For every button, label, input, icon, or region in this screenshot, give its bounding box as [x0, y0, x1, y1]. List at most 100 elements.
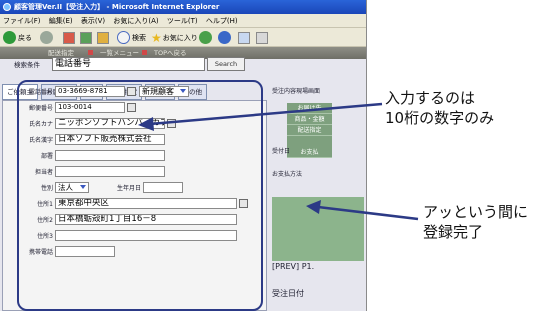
prev-page-link[interactable]: [PREV] P1. [272, 262, 314, 271]
kana-field[interactable]: ニッポンソフトハンバイカブ [55, 117, 165, 129]
dept-field[interactable] [55, 149, 165, 161]
summary-menu: お届け先 商品・金額 配送指定 お支払 [287, 103, 332, 158]
search-row: 検索条件 電話番号 Search [14, 56, 245, 72]
person-label: 担当者 [34, 168, 53, 176]
forward-arrow-icon [40, 31, 53, 44]
callout2-line2: 登録完了 [423, 223, 484, 241]
order-date-label: 受注日付 [272, 289, 304, 298]
customer-form: 電話番号 03-3669-8781 新規顧客 郵便番号 103-0014 氏名カ… [17, 80, 263, 311]
home-icon [97, 31, 109, 44]
print-button[interactable] [256, 30, 268, 45]
gender-row: 性別 法人 生年月日 [19, 181, 183, 193]
addr3-field[interactable] [55, 229, 237, 241]
menu-favorites[interactable]: お気に入り(A) [110, 14, 161, 28]
birthday-label: 生年月日 [116, 184, 141, 192]
favorites-button[interactable]: ★ お気に入り [151, 30, 198, 45]
person-field[interactable] [55, 165, 165, 177]
kana-row: 氏名カナ ニッポンソフトハンバイカブ [19, 117, 176, 129]
print-icon [256, 31, 268, 44]
menu-help[interactable]: ヘルプ(H) [203, 14, 241, 28]
zip-row: 郵便番号 103-0014 [19, 101, 136, 113]
star-icon: ★ [151, 30, 162, 45]
phone-label: 電話番号 [28, 88, 53, 96]
refresh-icon [80, 31, 92, 44]
customer-type-select[interactable]: 新規顧客 [139, 85, 189, 97]
contact-label: 携帯電話 [28, 248, 53, 256]
search-button[interactable]: Search [207, 57, 245, 71]
name-label: 氏名漢字 [28, 136, 53, 144]
ie-logo-icon [3, 3, 11, 11]
refresh-button[interactable] [80, 30, 92, 45]
callout2-line1: アッという間に [423, 203, 529, 221]
history-button[interactable] [218, 30, 233, 45]
addr2-label: 住所2 [37, 216, 53, 224]
browser-toolbar: 戻る 検索 ★ お気に入り [0, 28, 366, 47]
contact-field[interactable] [55, 245, 115, 257]
title-bar: 顧客管理Ver.II【受注入力】 - Microsoft Internet Ex… [0, 0, 366, 14]
addr2-field[interactable]: 日本橋蛎殻町1丁目16－8 [55, 213, 237, 225]
addr3-label: 住所3 [37, 232, 53, 240]
back-arrow-icon [3, 31, 16, 44]
stop-button[interactable] [63, 30, 75, 45]
summary-delivery-link[interactable]: お届け先 [287, 103, 332, 114]
mail-button[interactable] [238, 30, 250, 45]
menu-bar: ファイル(F) 編集(E) 表示(V) お気に入り(A) ツール(T) ヘルプ(… [0, 14, 366, 28]
summary-payment-link[interactable]: お支払 [287, 147, 332, 158]
gender-value: 法人 [58, 182, 73, 192]
search-toolbar-label: 検索 [132, 33, 146, 42]
customer-type-value: 新規顧客 [142, 86, 174, 96]
history-icon [218, 31, 231, 44]
menu-view[interactable]: 表示(V) [78, 14, 108, 28]
media-button[interactable] [199, 30, 214, 45]
addr3-row: 住所3 [19, 229, 237, 241]
zip-field[interactable]: 103-0014 [55, 101, 125, 113]
menu-edit[interactable]: 編集(E) [46, 14, 76, 28]
addr1-label: 住所1 [37, 200, 53, 208]
name-row: 氏名漢字 日本ソフト販売株式会社 [19, 133, 165, 145]
browser-window: 顧客管理Ver.II【受注入力】 - Microsoft Internet Ex… [0, 0, 367, 311]
back-label: 戻る [18, 33, 32, 42]
summary-header: 受注内容現場画面 [272, 88, 321, 95]
search-input[interactable]: 電話番号 [52, 57, 205, 71]
callout1-line1: 入力するのは [385, 89, 476, 107]
addr1-button[interactable] [239, 198, 248, 208]
phone-row: 電話番号 03-3669-8781 新規顧客 [19, 85, 189, 97]
callout-registration-done: アッという間に 登録完了 [423, 202, 528, 242]
search-toolbar-button[interactable]: 検索 [117, 30, 146, 45]
home-button[interactable] [97, 30, 109, 45]
gender-select[interactable]: 法人 [55, 181, 89, 193]
addr1-field[interactable]: 東京都中央区 [55, 197, 237, 209]
callout1-line2: 10桁の数字のみ [385, 109, 495, 127]
person-row: 担当者 [19, 165, 165, 177]
gender-label: 性別 [40, 184, 53, 192]
zip-label: 郵便番号 [28, 104, 53, 112]
favorites-label: お気に入り [162, 33, 198, 42]
zip-lookup-button[interactable] [127, 102, 136, 112]
search-condition-label: 検索条件 [14, 61, 40, 69]
window-title: 顧客管理Ver.II【受注入力】 - Microsoft Internet Ex… [14, 3, 220, 11]
dept-row: 部署 [19, 149, 165, 161]
dept-label: 部署 [40, 152, 53, 160]
summary-delivery-spec-link[interactable]: 配送指定 [287, 125, 332, 136]
back-button[interactable]: 戻る [3, 30, 32, 45]
mail-icon [238, 31, 250, 44]
kana-button[interactable] [167, 118, 176, 128]
name-field[interactable]: 日本ソフト販売株式会社 [55, 133, 165, 145]
kana-label: 氏名カナ [28, 120, 53, 128]
phone-field[interactable]: 03-3669-8781 [55, 85, 125, 97]
callout-input-digits: 入力するのは 10桁の数字のみ [385, 88, 494, 128]
nav-separator-icon [88, 50, 93, 55]
summary-green-block [272, 197, 364, 261]
summary-product-link[interactable]: 商品・金額 [287, 114, 332, 125]
menu-file[interactable]: ファイル(F) [0, 14, 44, 28]
payment-method-label: お支払方法 [272, 171, 303, 178]
chevron-down-icon [180, 89, 186, 93]
nav-separator-icon [142, 50, 147, 55]
order-summary-panel: 受注内容現場画面 お届け先 商品・金額 配送指定 お支払 受付日 お支払方法 [… [270, 84, 366, 311]
stop-icon [63, 31, 75, 44]
phone-lookup-button[interactable] [127, 86, 136, 96]
forward-button[interactable] [40, 30, 55, 45]
menu-tools[interactable]: ツール(T) [164, 14, 201, 28]
birthday-field[interactable] [143, 181, 183, 193]
received-date-label: 受付日 [272, 148, 291, 155]
